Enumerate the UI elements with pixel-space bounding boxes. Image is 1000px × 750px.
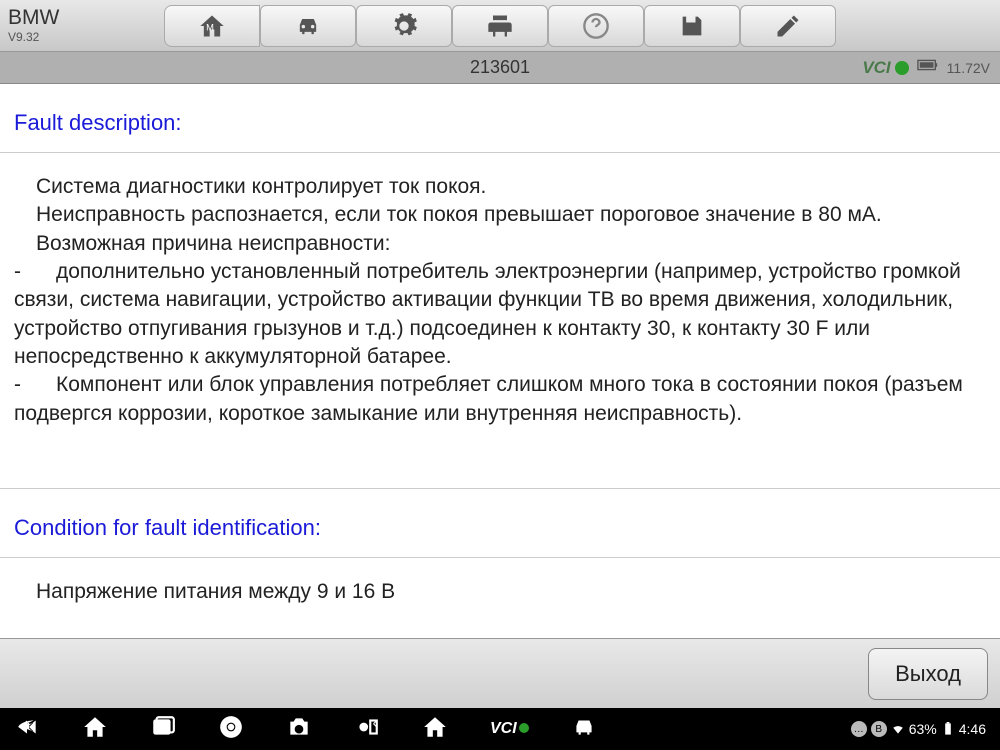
status-right: VCI 11.72V — [862, 58, 1000, 78]
fault-text-line: Возможная причина неисправности: — [14, 230, 986, 258]
back-button[interactable] — [14, 714, 40, 745]
voltage-label: 11.72V — [947, 60, 990, 76]
fault-description-header: Fault description: — [0, 84, 1000, 153]
android-status: … B 63% 4:46 — [851, 721, 986, 737]
home-nav-icon — [82, 714, 108, 740]
vci-check-icon — [895, 61, 909, 75]
gear-icon — [390, 12, 418, 40]
chrome-icon — [218, 714, 244, 740]
home-nav-button[interactable] — [82, 714, 108, 745]
brightness-icon — [354, 714, 380, 740]
app-title-block: ВMW V9.32 — [4, 7, 124, 44]
battery-pct: 63% — [909, 721, 937, 737]
status-bar: 213601 VCI 11.72V — [0, 52, 1000, 84]
app-title: ВMW — [8, 7, 124, 28]
save-button[interactable] — [644, 5, 740, 47]
home-button[interactable]: M — [164, 5, 260, 47]
fault-code: 213601 — [470, 57, 530, 78]
android-nav-bar: VCI … B 63% 4:46 — [0, 708, 1000, 750]
camera-button[interactable] — [286, 714, 312, 745]
settings-button[interactable] — [356, 5, 452, 47]
fault-text-line: - Компонент или блок управления потребля… — [14, 371, 986, 428]
home-icon: M — [198, 12, 226, 40]
wifi-icon — [891, 722, 905, 736]
svg-text:M: M — [206, 22, 214, 32]
notif-icon: … — [851, 721, 867, 737]
battery-icon — [917, 58, 939, 77]
time-label: 4:46 — [959, 721, 986, 737]
fault-text-line: Система диагностики контролирует ток пок… — [14, 173, 986, 201]
condition-body: Напряжение питания между 9 и 16 В — [0, 558, 1000, 638]
vehicle-button[interactable] — [260, 5, 356, 47]
help-icon — [582, 12, 610, 40]
car-icon — [571, 714, 597, 740]
chrome-button[interactable] — [218, 714, 244, 745]
toolbar-buttons: M — [164, 5, 836, 47]
condition-header: Condition for fault identification: — [0, 489, 1000, 558]
vci-label: VCI — [862, 58, 890, 78]
condition-text: Напряжение питания между 9 и 16 В — [14, 578, 986, 606]
fault-text-line: Неисправность распознается, если ток пок… — [14, 201, 986, 229]
vehicle-icon — [294, 12, 322, 40]
app-version: V9.32 — [8, 30, 124, 44]
top-toolbar: ВMW V9.32 M — [0, 0, 1000, 52]
recent-icon — [150, 714, 176, 740]
main-content[interactable]: Fault description: Система диагностики к… — [0, 84, 1000, 638]
recent-button[interactable] — [150, 714, 176, 745]
help-button[interactable] — [548, 5, 644, 47]
pencil-icon — [774, 12, 802, 40]
vci-nav-label[interactable]: VCI — [490, 720, 529, 738]
camera-icon — [286, 714, 312, 740]
footer-bar: Выход — [0, 638, 1000, 708]
back-icon — [14, 714, 40, 740]
fault-text-line: - дополнительно установленный потребител… — [14, 258, 986, 371]
fault-description-body: Система диагностики контролирует ток пок… — [0, 153, 1000, 489]
exit-button[interactable]: Выход — [868, 648, 988, 700]
app-home-button[interactable] — [422, 714, 448, 745]
brightness-button[interactable] — [354, 714, 380, 745]
bt-icon: B — [871, 721, 887, 737]
print-button[interactable] — [452, 5, 548, 47]
app-home-icon — [422, 714, 448, 740]
edit-button[interactable] — [740, 5, 836, 47]
printer-icon — [486, 12, 514, 40]
save-icon — [678, 12, 706, 40]
battery-nav-icon — [941, 722, 955, 736]
car-button[interactable] — [571, 714, 597, 745]
